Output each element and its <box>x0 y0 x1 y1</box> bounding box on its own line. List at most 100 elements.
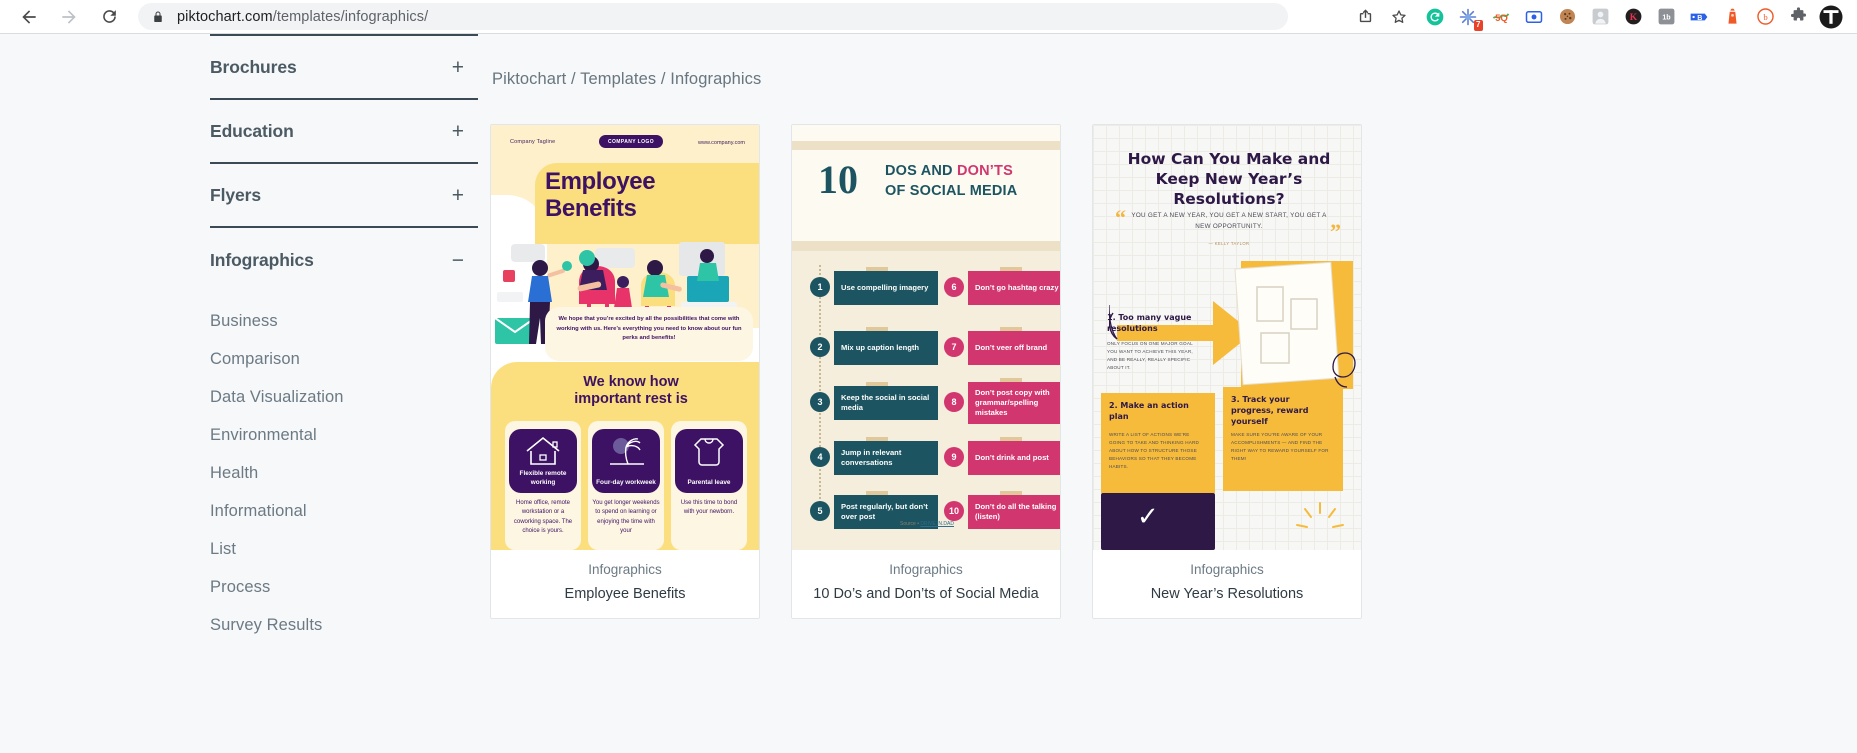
step-title-text: Make an action plan <box>1109 401 1189 421</box>
dont-item-text: Don’t post copy with grammar/spelling mi… <box>968 382 1060 424</box>
page-content: Brochures + Education + Flyers + Infogra… <box>0 34 1857 753</box>
svg-text:b: b <box>1763 12 1768 22</box>
template-thumbnail: How Can You Make and Keep New Year’s Res… <box>1093 125 1361 550</box>
cookie-editor-extension-icon[interactable] <box>1551 2 1583 32</box>
list-number: 10 <box>944 501 964 521</box>
category-sidebar: Brochures + Education + Flyers + Infogra… <box>0 34 490 753</box>
plus-icon: + <box>451 55 464 79</box>
extension-badge-count: 7 <box>1473 19 1483 31</box>
step-number: 1. <box>1107 313 1116 322</box>
hunter-extension-icon[interactable]: b <box>1749 2 1781 32</box>
sidebar-accordion-infographics[interactable]: Infographics − <box>210 228 478 292</box>
sidebar-item-survey-results[interactable]: Survey Results <box>210 606 490 644</box>
template-card-new-year-resolutions[interactable]: How Can You Make and Keep New Year’s Res… <box>1092 124 1362 619</box>
template-category: Infographics <box>1190 562 1264 577</box>
template-title: 10 Do’s and Don’ts of Social Media <box>813 586 1039 602</box>
similarweb-extension-icon[interactable]: 1b <box>1650 2 1682 32</box>
profile-extension-icon[interactable] <box>1584 2 1616 32</box>
benefit-box: Flexible remote working <box>509 429 577 493</box>
screen-recorder-extension-icon[interactable] <box>1518 2 1550 32</box>
sidebar-accordion-label: Brochures <box>210 56 297 77</box>
step-body: WRITE A LIST OF ACTIONS WE’RE GOING TO T… <box>1109 432 1200 470</box>
keywords-everywhere-extension-icon[interactable]: K <box>1617 2 1649 32</box>
dont-item-text: Don’t go hashtag crazy <box>968 271 1060 305</box>
template-card-social-media[interactable]: 10 DOS AND DON’TS OF SOCIAL MEDIA 1 Use … <box>791 124 1061 619</box>
thumb-big-number: 10 <box>818 157 858 202</box>
pinned-extension-icon[interactable]: 7 <box>1452 2 1484 32</box>
puzzle-extensions-icon[interactable] <box>1782 2 1814 32</box>
template-thumbnail: 10 DOS AND DON’TS OF SOCIAL MEDIA 1 Use … <box>792 125 1060 550</box>
step-number: 3. <box>1231 395 1240 404</box>
back-arrow-icon <box>22 9 36 24</box>
thumb-section-heading-line2: important rest is <box>574 391 688 408</box>
baby-onesie-icon <box>693 438 725 466</box>
forward-button[interactable] <box>50 2 88 32</box>
step-title-text: Too many vague resolutions <box>1107 313 1192 333</box>
palm-tree-icon <box>610 438 644 465</box>
thumb-heading: Employee Benefits <box>545 168 745 223</box>
lighthouse-extension-icon[interactable] <box>1716 2 1748 32</box>
omnibox-actions <box>1349 2 1415 32</box>
template-card-employee-benefits[interactable]: Company Tagline COMPANY LOGO www.company… <box>490 124 760 619</box>
sidebar-item-informational[interactable]: Informational <box>210 492 490 530</box>
quote-open-icon: “ <box>1115 205 1126 230</box>
sidebar-accordion-flyers[interactable]: Flyers + <box>210 164 478 228</box>
sidebar-accordion-label: Education <box>210 120 294 141</box>
list-number: 4 <box>810 447 830 467</box>
sidebar-item-data-visualization[interactable]: Data Visualization <box>210 378 490 416</box>
breadcrumb[interactable]: Piktochart / Templates / Infographics <box>490 34 1857 89</box>
thumb-section-heading-line1: We know how <box>583 374 679 390</box>
share-icon[interactable] <box>1349 2 1381 32</box>
employee-benefits-infographic: Company Tagline COMPANY LOGO www.company… <box>491 125 759 550</box>
check-icon: ✓ <box>1137 501 1159 531</box>
sidebar-accordion-education[interactable]: Education + <box>210 100 478 164</box>
do-item-text: Mix up caption length <box>834 331 938 365</box>
back-button[interactable] <box>10 2 48 32</box>
svg-text:1b: 1b <box>1662 14 1671 22</box>
navigation-buttons <box>10 2 128 32</box>
list-number: 7 <box>944 337 964 357</box>
svg-text:K: K <box>1629 13 1637 23</box>
source-label: Source <box>900 521 916 527</box>
thumb-source: Source • DRIVE.IN.DAD <box>900 521 954 527</box>
url-path: /templates/infographics/ <box>272 8 429 25</box>
template-category: Infographics <box>889 562 963 577</box>
address-bar[interactable]: piktochart.com/templates/infographics/ <box>138 3 1288 30</box>
buzzsumo-extension-icon[interactable]: B <box>1683 2 1715 32</box>
benefit-description: You get longer weekends to spend on lear… <box>592 500 660 534</box>
step-title: 3. Track your progress, reward yourself <box>1231 395 1335 427</box>
extension-toolbar: 7 5Q K 1b B b <box>1415 2 1847 32</box>
seo-extension-icon[interactable]: 5Q <box>1485 2 1517 32</box>
step-body: MAKE SURE YOU’RE AWARE OF YOUR ACCOMPLIS… <box>1231 432 1329 462</box>
template-card-grid: Company Tagline COMPANY LOGO www.company… <box>490 124 1857 619</box>
company-website: www.company.com <box>698 140 745 146</box>
template-title: New Year’s Resolutions <box>1150 586 1304 602</box>
quote-close-icon: ” <box>1330 219 1341 244</box>
template-card-meta: Infographics 10 Do’s and Don’ts of Socia… <box>792 550 1060 618</box>
sidebar-subcategory-list: Business Comparison Data Visualization E… <box>210 292 490 644</box>
browser-toolbar: piktochart.com/templates/infographics/ 7… <box>0 0 1857 33</box>
star-icon[interactable] <box>1383 2 1415 32</box>
sidebar-item-process[interactable]: Process <box>210 568 490 606</box>
sidebar-accordion-label: Infographics <box>210 249 314 270</box>
sidebar-accordion-brochures[interactable]: Brochures + <box>210 36 478 100</box>
list-number: 1 <box>810 277 830 297</box>
do-item-text: Use compelling imagery <box>834 271 938 305</box>
profile-avatar-icon[interactable] <box>1815 2 1847 32</box>
grammarly-extension-icon[interactable] <box>1419 2 1451 32</box>
sidebar-item-comparison[interactable]: Comparison <box>210 340 490 378</box>
reload-button[interactable] <box>90 2 128 32</box>
templates-main: Piktochart / Templates / Infographics Co… <box>490 34 1857 753</box>
sidebar-item-list[interactable]: List <box>210 530 490 568</box>
minus-icon: − <box>451 248 464 272</box>
sidebar-item-business[interactable]: Business <box>210 302 490 340</box>
sidebar-item-environmental[interactable]: Environmental <box>210 416 490 454</box>
thumb-section-heading: We know how important rest is <box>531 374 731 408</box>
plus-icon: + <box>451 183 464 207</box>
source-link: DRIVE.IN.DAD <box>920 521 954 527</box>
template-title: Employee Benefits <box>564 586 686 602</box>
sidebar-item-health[interactable]: Health <box>210 454 490 492</box>
step-title: 1. Too many vague resolutions <box>1107 313 1199 335</box>
dont-item-text: Don’t drink and post <box>968 441 1060 475</box>
thumb-title-line1: DOS AND DON’TS <box>885 163 1013 179</box>
